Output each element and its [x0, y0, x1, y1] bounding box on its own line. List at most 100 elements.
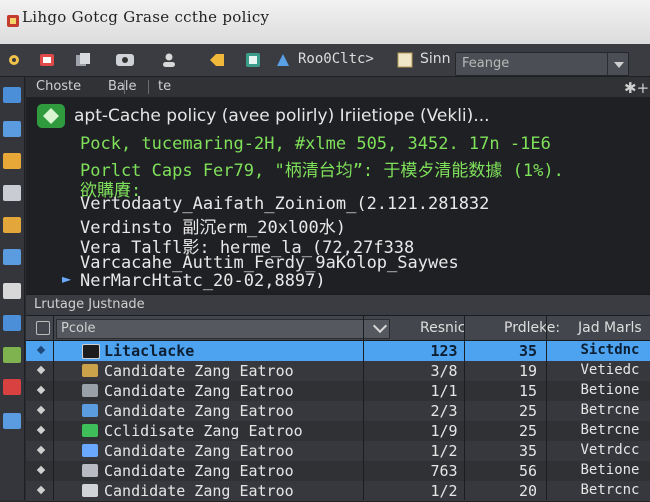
row-jad-marls: Vetrdcc [580, 442, 640, 458]
terminal-header: apt-Cache policy (avee polirly) Iriietio… [74, 106, 490, 126]
package-icon [82, 444, 98, 457]
table-row[interactable]: Candidate Zang Eatroo 2/3 25 Betrcne [26, 401, 650, 422]
row-name: Candidate Zang Eatroo [104, 402, 294, 420]
view-icon[interactable] [114, 49, 136, 71]
package-icon [82, 364, 98, 377]
row-prdleke: 25 [518, 402, 538, 420]
person-icon[interactable] [158, 49, 180, 71]
grid-icon[interactable] [3, 347, 21, 363]
row-prdleke: 35 [518, 342, 538, 360]
row-marker-icon [36, 465, 46, 475]
row-name: Candidate Zang Eatroo [104, 362, 294, 380]
drive-icon[interactable] [3, 315, 21, 331]
column-divider [363, 316, 364, 500]
table-header: Pcole Resnic Prdleke: Jad Marls [26, 316, 650, 341]
row-prdleke: 15 [518, 382, 538, 400]
package-table: Pcole Resnic Prdleke: Jad Marls Litaclac… [26, 316, 650, 502]
gallery-icon[interactable] [36, 49, 58, 71]
row-jad-marls: Vetiedc [580, 362, 640, 378]
prompt-caret-icon: ► [62, 272, 72, 286]
breadcrumb-item-choste[interactable]: Choste [36, 79, 81, 94]
network-icon[interactable] [272, 49, 294, 71]
row-resnic: 2/3 [430, 402, 458, 420]
scope-dropdown[interactable]: Feange [455, 52, 629, 76]
row-marker-icon [36, 425, 46, 435]
row-resnic: 3/8 [430, 362, 458, 380]
column-divider [546, 316, 547, 500]
table-row[interactable]: Litaclacke 123 35 Sictdnc [26, 341, 650, 362]
column-divider [53, 316, 54, 500]
row-name: Candidate Zang Eatroo [104, 442, 294, 460]
table-row[interactable]: Candidate Zang Eatroo 1/1 15 Betione [26, 381, 650, 402]
file-icon[interactable] [3, 249, 21, 265]
copy-icon[interactable] [72, 49, 94, 71]
window-title: Lihgo Gotcg Grase ccthe policy [22, 8, 270, 26]
row-prdleke: 20 [518, 482, 538, 500]
settings-panel-icon[interactable] [3, 413, 21, 429]
dropdown-value: Feange [462, 56, 510, 71]
settings-icon[interactable] [3, 49, 25, 71]
row-resnic: 1/2 [430, 482, 458, 500]
status-shield-icon [37, 104, 65, 128]
chevron-down-icon[interactable] [372, 318, 388, 334]
terminal-line: Porlct Caps Fer79, "柄清台均”: 于模歺清能数據 (1%). [80, 161, 564, 181]
app-icon [7, 15, 19, 27]
tag-icon[interactable] [206, 49, 228, 71]
column-header-jad-marls[interactable]: Jad Marls [578, 320, 642, 336]
terminal-line: NerMarcHtatc_20-02,8897) [80, 271, 326, 291]
table-row[interactable]: Candidate Zang Eatroo 763 56 Betione [26, 461, 650, 482]
row-prdleke: 56 [518, 462, 538, 480]
window-icon[interactable] [3, 121, 21, 137]
sinn-label[interactable]: Sinn [420, 51, 451, 67]
refresh-icon[interactable] [242, 49, 264, 71]
address-label[interactable]: Roo0Cltc> [298, 51, 374, 67]
document-icon[interactable] [394, 49, 416, 71]
row-marker-icon [36, 405, 46, 415]
folder-icon[interactable] [3, 217, 21, 233]
column-header-resnic[interactable]: Resnic [420, 320, 465, 336]
left-sidebar [0, 77, 25, 500]
lock-icon[interactable] [36, 321, 50, 335]
column-divider [464, 316, 465, 500]
terminal-icon [82, 344, 100, 359]
row-jad-marls: Betrcne [580, 402, 640, 418]
table-row[interactable]: Cclidisate Zang Eatroo 1/9 25 Betrcne [26, 421, 650, 442]
row-marker-icon [36, 485, 46, 495]
row-prdleke: 25 [518, 422, 538, 440]
monitor-icon[interactable] [3, 87, 21, 103]
printer-icon[interactable] [3, 185, 21, 201]
breadcrumb-item-te[interactable]: te [158, 79, 171, 94]
terminal-line: Pock, tucemaring-2H, #xlme 505, 3452. 17… [80, 134, 551, 154]
panel-title: Lrutage Justnade [34, 297, 145, 312]
row-jad-marls: Sictdnc [580, 342, 640, 358]
row-name: Litaclacke [104, 342, 195, 360]
page-icon[interactable] [3, 283, 21, 299]
table-row[interactable]: Candidate Zang Eatroo 1/2 35 Vetrdcc [26, 441, 650, 462]
breadcrumb: Choste Bale te ✱+ [26, 77, 650, 98]
mail-icon[interactable] [3, 379, 21, 395]
chevron-down-icon[interactable] [607, 53, 628, 75]
table-row[interactable]: Candidate Zang Eatroo 3/8 19 Vetiedc [26, 361, 650, 382]
package-panel-header: Lrutage Justnade [26, 294, 650, 316]
row-marker-icon [36, 385, 46, 395]
row-jad-marls: Betrcnc [580, 482, 640, 498]
row-resnic: 1/1 [430, 382, 458, 400]
row-prdleke: 35 [518, 442, 538, 460]
column-header-prdleke[interactable]: Prdleke: [504, 320, 560, 336]
row-jad-marls: Betione [580, 462, 640, 478]
breadcrumb-item-bale[interactable]: Bale [108, 79, 137, 94]
row-jad-marls: Betrcne [580, 422, 640, 438]
row-marker-icon [36, 365, 46, 375]
row-resnic: 1/2 [430, 442, 458, 460]
toolbox-icon[interactable] [3, 153, 21, 169]
package-icon [82, 424, 98, 437]
star-icon[interactable]: ✱+ [624, 79, 649, 97]
row-jad-marls: Betione [580, 382, 640, 398]
row-resnic: 763 [430, 462, 458, 480]
package-filter-input[interactable]: Pcole [56, 318, 390, 339]
row-name: Candidate Zang Eatroo [104, 482, 294, 500]
package-icon [82, 464, 98, 477]
filter-placeholder: Pcole [61, 321, 96, 336]
package-icon [82, 404, 98, 417]
table-row[interactable]: Candidate Zang Eatroo 1/2 20 Betrcnc [26, 481, 650, 502]
